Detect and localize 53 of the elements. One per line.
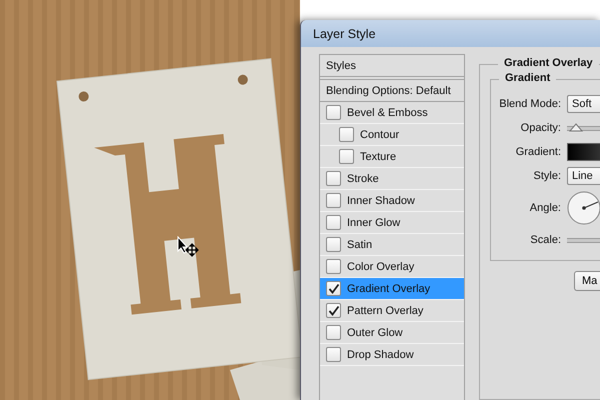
style-item[interactable]: Stroke [320,168,464,190]
style-item[interactable]: Contour [320,124,464,146]
checkbox[interactable] [326,171,341,186]
style-label: Outer Glow [347,326,403,338]
section-title: Gradient Overlay [498,57,599,69]
style-item[interactable]: Texture [320,146,464,168]
checkbox[interactable] [326,347,341,362]
checkbox[interactable] [326,193,341,208]
move-cursor-icon [177,236,201,258]
style-label: Bevel & Emboss [347,106,428,118]
style-label: Satin [347,238,372,250]
style-label: Pattern Overlay [347,304,424,316]
checkbox[interactable] [326,105,341,120]
style-label: Stroke [347,172,379,184]
style-item[interactable]: Bevel & Emboss [320,102,464,124]
style-item[interactable]: Inner Shadow [320,190,464,212]
style-label: Inner Glow [347,216,400,228]
checkbox[interactable] [326,325,341,340]
style-item[interactable]: Outer Glow [320,322,464,344]
style-item[interactable]: Drop Shadow [320,344,464,366]
style-item[interactable]: Satin [320,234,464,256]
style-label: Color Overlay [347,260,414,272]
checkbox[interactable] [326,237,341,252]
style-item[interactable]: Gradient Overlay [320,278,464,300]
style-label: Drop Shadow [347,348,414,360]
gradient-swatch[interactable] [567,143,600,161]
blending-options-item[interactable]: Blending Options: Default [320,79,464,102]
style-label: Contour [360,128,400,140]
window-title: Layer Style [313,26,376,40]
field-label: Scale: [529,234,561,246]
checkbox[interactable] [339,149,354,164]
dropdown[interactable]: Line [567,167,600,185]
field-label: Blend Mode: [498,98,561,110]
slider-thumb[interactable] [568,123,582,132]
style-item[interactable]: Inner Glow [320,212,464,234]
dropdown[interactable]: Soft [567,95,600,113]
style-item[interactable]: Pattern Overlay [320,300,464,322]
dialog-button[interactable]: Ma [574,271,600,291]
style-label: Gradient Overlay [347,282,430,294]
field-label: Style: [532,170,561,182]
style-label: Texture [360,150,396,162]
style-label: Inner Shadow [347,194,415,206]
checkbox[interactable] [339,127,354,142]
checkbox[interactable] [326,259,341,274]
angle-dial[interactable] [567,191,600,225]
checkbox[interactable] [326,303,341,318]
group-title: Gradient [499,72,556,84]
field-label: Angle: [528,202,561,214]
styles-header[interactable]: Styles [320,55,464,77]
checkbox[interactable] [326,281,341,296]
field-label: Opacity: [520,122,561,134]
field-label: Gradient: [514,146,561,158]
checkbox[interactable] [326,215,341,230]
